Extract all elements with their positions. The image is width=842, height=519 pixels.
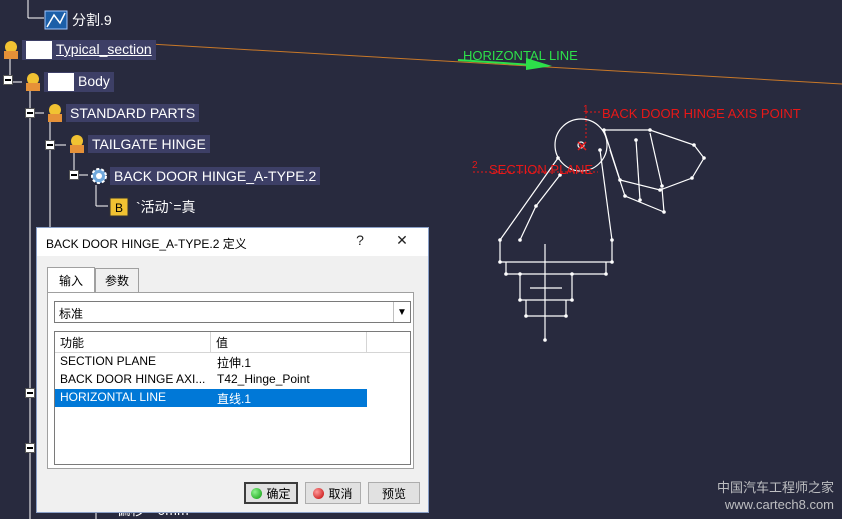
section-plane-label[interactable]: SECTION PLANE [489,162,593,177]
part-body-icon [4,41,18,59]
part-body-icon [48,104,62,122]
tree-label-split: 分割.9 [72,12,112,28]
column-header-function[interactable]: 功能 [55,332,211,352]
tree-toggle-standard-parts[interactable] [45,140,55,150]
tree-toggle-tailgate-hinge[interactable] [69,170,79,180]
dialog-titlebar[interactable]: BACK DOOR HINGE_A-TYPE.2 定义 ? ✕ [37,228,428,256]
typical-section-text: Typical_section [56,40,152,57]
part-body-icon [70,135,84,153]
list-row[interactable]: BACK DOOR HINGE AXI... T42_Hinge_Point [55,371,367,389]
row-function: HORIZONTAL LINE [60,390,167,404]
tab-panel-input: 标准 ▼ 功能 值 SECTION PLANE 拉伸.1 BACK DOOR H… [47,292,414,469]
tree-label-back-door-hinge: BACK DOOR HINGE_A-TYPE.2 [110,167,321,185]
axis-point-label[interactable]: BACK DOOR HINGE AXIS POINT [602,106,801,121]
preview-button-label: 预览 [381,486,406,501]
inputs-list-header: 功能 值 [55,332,410,353]
cancel-icon [313,487,325,499]
watermark-line-1: 中国汽车工程师之家 [716,480,834,495]
help-button[interactable]: ? [350,232,370,248]
mode-dropdown[interactable]: 标准 ▼ [54,301,411,323]
user-feature-gear-icon [91,168,107,184]
tree-label-standard-parts: STANDARD PARTS [66,104,200,122]
part-body-icon [26,73,40,91]
row-value: 拉伸.1 [217,356,252,370]
chevron-down-icon[interactable]: ▼ [393,302,410,322]
tree-node-back-door-hinge[interactable]: BACK DOOR HINGE_A-TYPE.2 [88,164,321,188]
parameter-icon: B [109,197,129,217]
hinge-definition-dialog: BACK DOOR HINGE_A-TYPE.2 定义 ? ✕ 输入 参数 标准… [36,227,429,513]
ok-icon [251,487,263,499]
watermark-line-2: www.cartech8.com [724,497,834,512]
axis-point-marker[interactable] [577,141,587,151]
tree-toggle-lower-2[interactable] [25,443,35,453]
section-plane-prefix: 2 [472,160,478,171]
tab-input[interactable]: 输入 [47,267,95,293]
preview-button[interactable]: 预览 [368,482,420,504]
column-header-value[interactable]: 值 [211,332,367,352]
tree-toggle-lower[interactable] [25,388,35,398]
list-row-selected[interactable]: HORIZONTAL LINE 直线.1 [55,389,367,407]
row-value: 直线.1 [217,392,252,406]
inputs-list[interactable]: 功能 值 SECTION PLANE 拉伸.1 BACK DOOR HINGE … [54,331,411,465]
redacted-box [48,73,74,92]
tree-node-split[interactable]: 分割.9 [44,8,116,32]
list-row[interactable]: SECTION PLANE 拉伸.1 [55,353,367,371]
tree-node-typical-section[interactable]: Typical_section [0,38,156,62]
row-value: T42_Hinge_Point [217,372,310,386]
svg-text:B: B [115,201,123,215]
row-function: BACK DOOR HINGE AXI... [60,372,206,386]
tab-parameters[interactable]: 参数 [95,268,139,292]
tree-toggle-body[interactable] [25,108,35,118]
row-function: SECTION PLANE [60,354,157,368]
tree-label-typical-section: Typical_section [22,39,156,61]
body-text: Body [78,72,110,89]
tree-label-body: Body [44,71,114,93]
close-button[interactable]: ✕ [392,232,412,249]
cancel-button[interactable]: 取消 [305,482,361,504]
tree-label-activity: `活动`=真 [136,199,196,215]
cancel-button-label: 取消 [328,486,353,501]
watermark: 中国汽车工程师之家 www.cartech8.com [717,479,834,513]
redacted-box [26,41,52,60]
hinge-wireframe[interactable] [499,118,705,340]
horizontal-line-label[interactable]: HORIZONTAL LINE [463,48,578,63]
tree-node-activity[interactable]: B `活动`=真 [108,195,200,219]
tree-node-tailgate-hinge[interactable]: TAILGATE HINGE [66,132,210,156]
split-feature-icon [44,10,68,30]
ok-button-label: 确定 [266,486,291,501]
ok-button[interactable]: 确定 [244,482,298,504]
tree-label-tailgate-hinge: TAILGATE HINGE [88,135,210,153]
mode-dropdown-value: 标准 [59,307,84,321]
axis-point-prefix: 1 [583,104,589,115]
tree-toggle-typical-section[interactable] [3,75,13,85]
tree-node-standard-parts[interactable]: STANDARD PARTS [44,101,200,125]
tree-node-body[interactable]: Body [22,70,114,94]
dialog-title: BACK DOOR HINGE_A-TYPE.2 定义 [46,237,247,251]
